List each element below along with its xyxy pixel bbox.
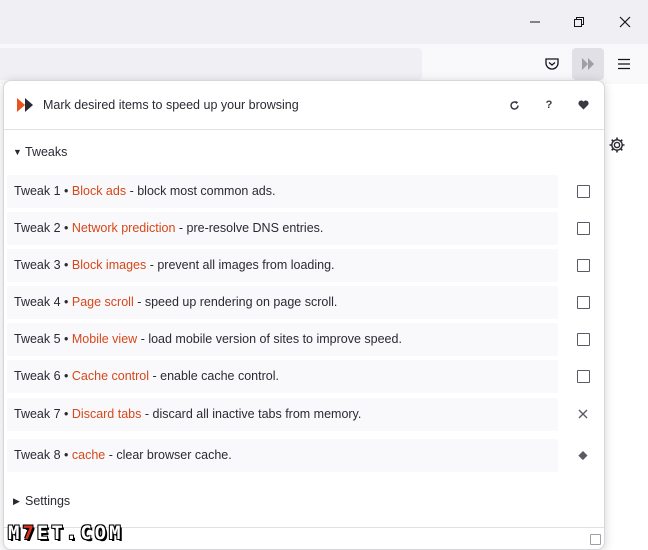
tweak-name: Cache control (71, 369, 150, 383)
tweak-checkbox[interactable] (575, 331, 591, 347)
close-window-button[interactable] (610, 8, 640, 36)
tweak-description: - pre-resolve DNS entries. (178, 221, 324, 235)
tweak-prefix: Tweak 1 • (14, 184, 69, 198)
help-button[interactable]: ? (539, 95, 559, 115)
eraser-icon (577, 451, 588, 460)
checkbox-box (576, 258, 590, 272)
tweak-text: Tweak 7 • Discard tabs - discard all ina… (14, 407, 361, 421)
tweak-prefix: Tweak 7 • (14, 407, 69, 421)
tweak-text: Tweak 5 • Mobile view - load mobile vers… (14, 332, 402, 346)
tweak-text: Tweak 8 • cache - clear browser cache. (14, 448, 232, 462)
popup-header: Mark desired items to speed up your brow… (4, 81, 604, 130)
tweak-prefix: Tweak 3 • (14, 258, 69, 272)
tweak-text: Tweak 4 • Page scroll - speed up renderi… (14, 295, 337, 309)
watermark: M7ET.COM (8, 522, 124, 544)
tweaks-section-label: Tweaks (25, 145, 68, 159)
pocket-icon (545, 58, 559, 70)
extension-button[interactable] (572, 48, 604, 80)
tweak-description: - clear browser cache. (108, 448, 232, 462)
caret-down-icon: ▼ (13, 147, 22, 157)
close-icon (578, 409, 588, 419)
double-arrow-icon (582, 58, 594, 70)
hamburger-menu-icon (618, 58, 630, 70)
gear-icon (609, 137, 625, 153)
restore-icon (574, 17, 584, 27)
url-bar[interactable] (0, 48, 422, 80)
tweak-name: Page scroll (71, 295, 134, 309)
tweak-row: Tweak 1 • Block ads - block most common … (7, 175, 558, 208)
settings-section-toggle[interactable]: ▶ Settings (13, 492, 70, 510)
popup-title: Mark desired items to speed up your brow… (43, 98, 299, 112)
tweak-row: Tweak 4 • Page scroll - speed up renderi… (7, 286, 558, 319)
logo-icon (17, 98, 33, 112)
tweak-prefix: Tweak 4 • (14, 295, 69, 309)
tweak-row: Tweak 3 • Block images - prevent all ima… (7, 249, 558, 282)
resize-icon[interactable] (590, 534, 601, 545)
extension-popup: Mark desired items to speed up your brow… (3, 80, 605, 550)
checkbox-box (576, 221, 590, 235)
caret-right-icon: ▶ (13, 495, 20, 506)
tweak-checkbox[interactable] (575, 257, 591, 273)
checkbox-box (576, 369, 590, 383)
tweak-name: Block ads (71, 184, 127, 198)
tweak-row: Tweak 5 • Mobile view - load mobile vers… (7, 323, 558, 356)
checkbox-box (576, 332, 590, 346)
tweak-row: Tweak 8 • cache - clear browser cache. (7, 439, 558, 472)
clear-cache-button[interactable] (575, 447, 591, 463)
close-icon (619, 16, 631, 28)
page-settings-button[interactable] (606, 134, 628, 156)
tweak-name: Discard tabs (71, 407, 142, 421)
tweak-description: - load mobile version of sites to improv… (140, 332, 402, 346)
tweak-checkbox[interactable] (575, 294, 591, 310)
heart-icon (577, 100, 589, 110)
tweak-text: Tweak 1 • Block ads - block most common … (14, 184, 275, 198)
heart-button[interactable] (573, 95, 593, 115)
app-menu-button[interactable] (608, 48, 640, 80)
tweak-text: Tweak 6 • Cache control - enable cache c… (14, 369, 279, 383)
settings-section-label: Settings (25, 494, 71, 508)
pocket-button[interactable] (536, 48, 568, 80)
minimize-icon (530, 21, 540, 23)
tweak-name: Block images (71, 258, 147, 272)
tweak-description: - prevent all images from loading. (149, 258, 335, 272)
tweak-row: Tweak 2 • Network prediction - pre-resol… (7, 212, 558, 245)
tweak-prefix: Tweak 8 • (14, 448, 69, 462)
tweak-name: Mobile view (71, 332, 138, 346)
help-icon: ? (545, 99, 553, 111)
reload-button[interactable] (504, 95, 524, 115)
tweak-checkbox[interactable] (575, 183, 591, 199)
tweak-text: Tweak 3 • Block images - prevent all ima… (14, 258, 335, 272)
tweak-row: Tweak 6 • Cache control - enable cache c… (7, 360, 558, 393)
tweak-prefix: Tweak 6 • (14, 369, 69, 383)
tweak-name: Network prediction (71, 221, 176, 235)
restore-button[interactable] (564, 8, 594, 36)
reload-icon (509, 100, 519, 110)
tweak-description: - speed up rendering on page scroll. (137, 295, 338, 309)
tweak-checkbox[interactable] (575, 368, 591, 384)
discard-tabs-button[interactable] (575, 406, 591, 422)
minimize-button[interactable] (520, 8, 550, 36)
tweak-prefix: Tweak 5 • (14, 332, 69, 346)
tweaks-section-toggle[interactable]: ▼ Tweaks (13, 143, 67, 161)
tweak-prefix: Tweak 2 • (14, 221, 69, 235)
tweak-row: Tweak 7 • Discard tabs - discard all ina… (7, 398, 558, 431)
tweak-description: - enable cache control. (152, 369, 279, 383)
tweak-checkbox[interactable] (575, 220, 591, 236)
title-bar (0, 0, 648, 44)
tweak-description: - block most common ads. (129, 184, 276, 198)
checkbox-box (576, 184, 590, 198)
tweak-name: cache (71, 448, 106, 462)
tweak-description: - discard all inactive tabs from memory. (144, 407, 362, 421)
tweak-text: Tweak 2 • Network prediction - pre-resol… (14, 221, 323, 235)
checkbox-box (576, 295, 590, 309)
